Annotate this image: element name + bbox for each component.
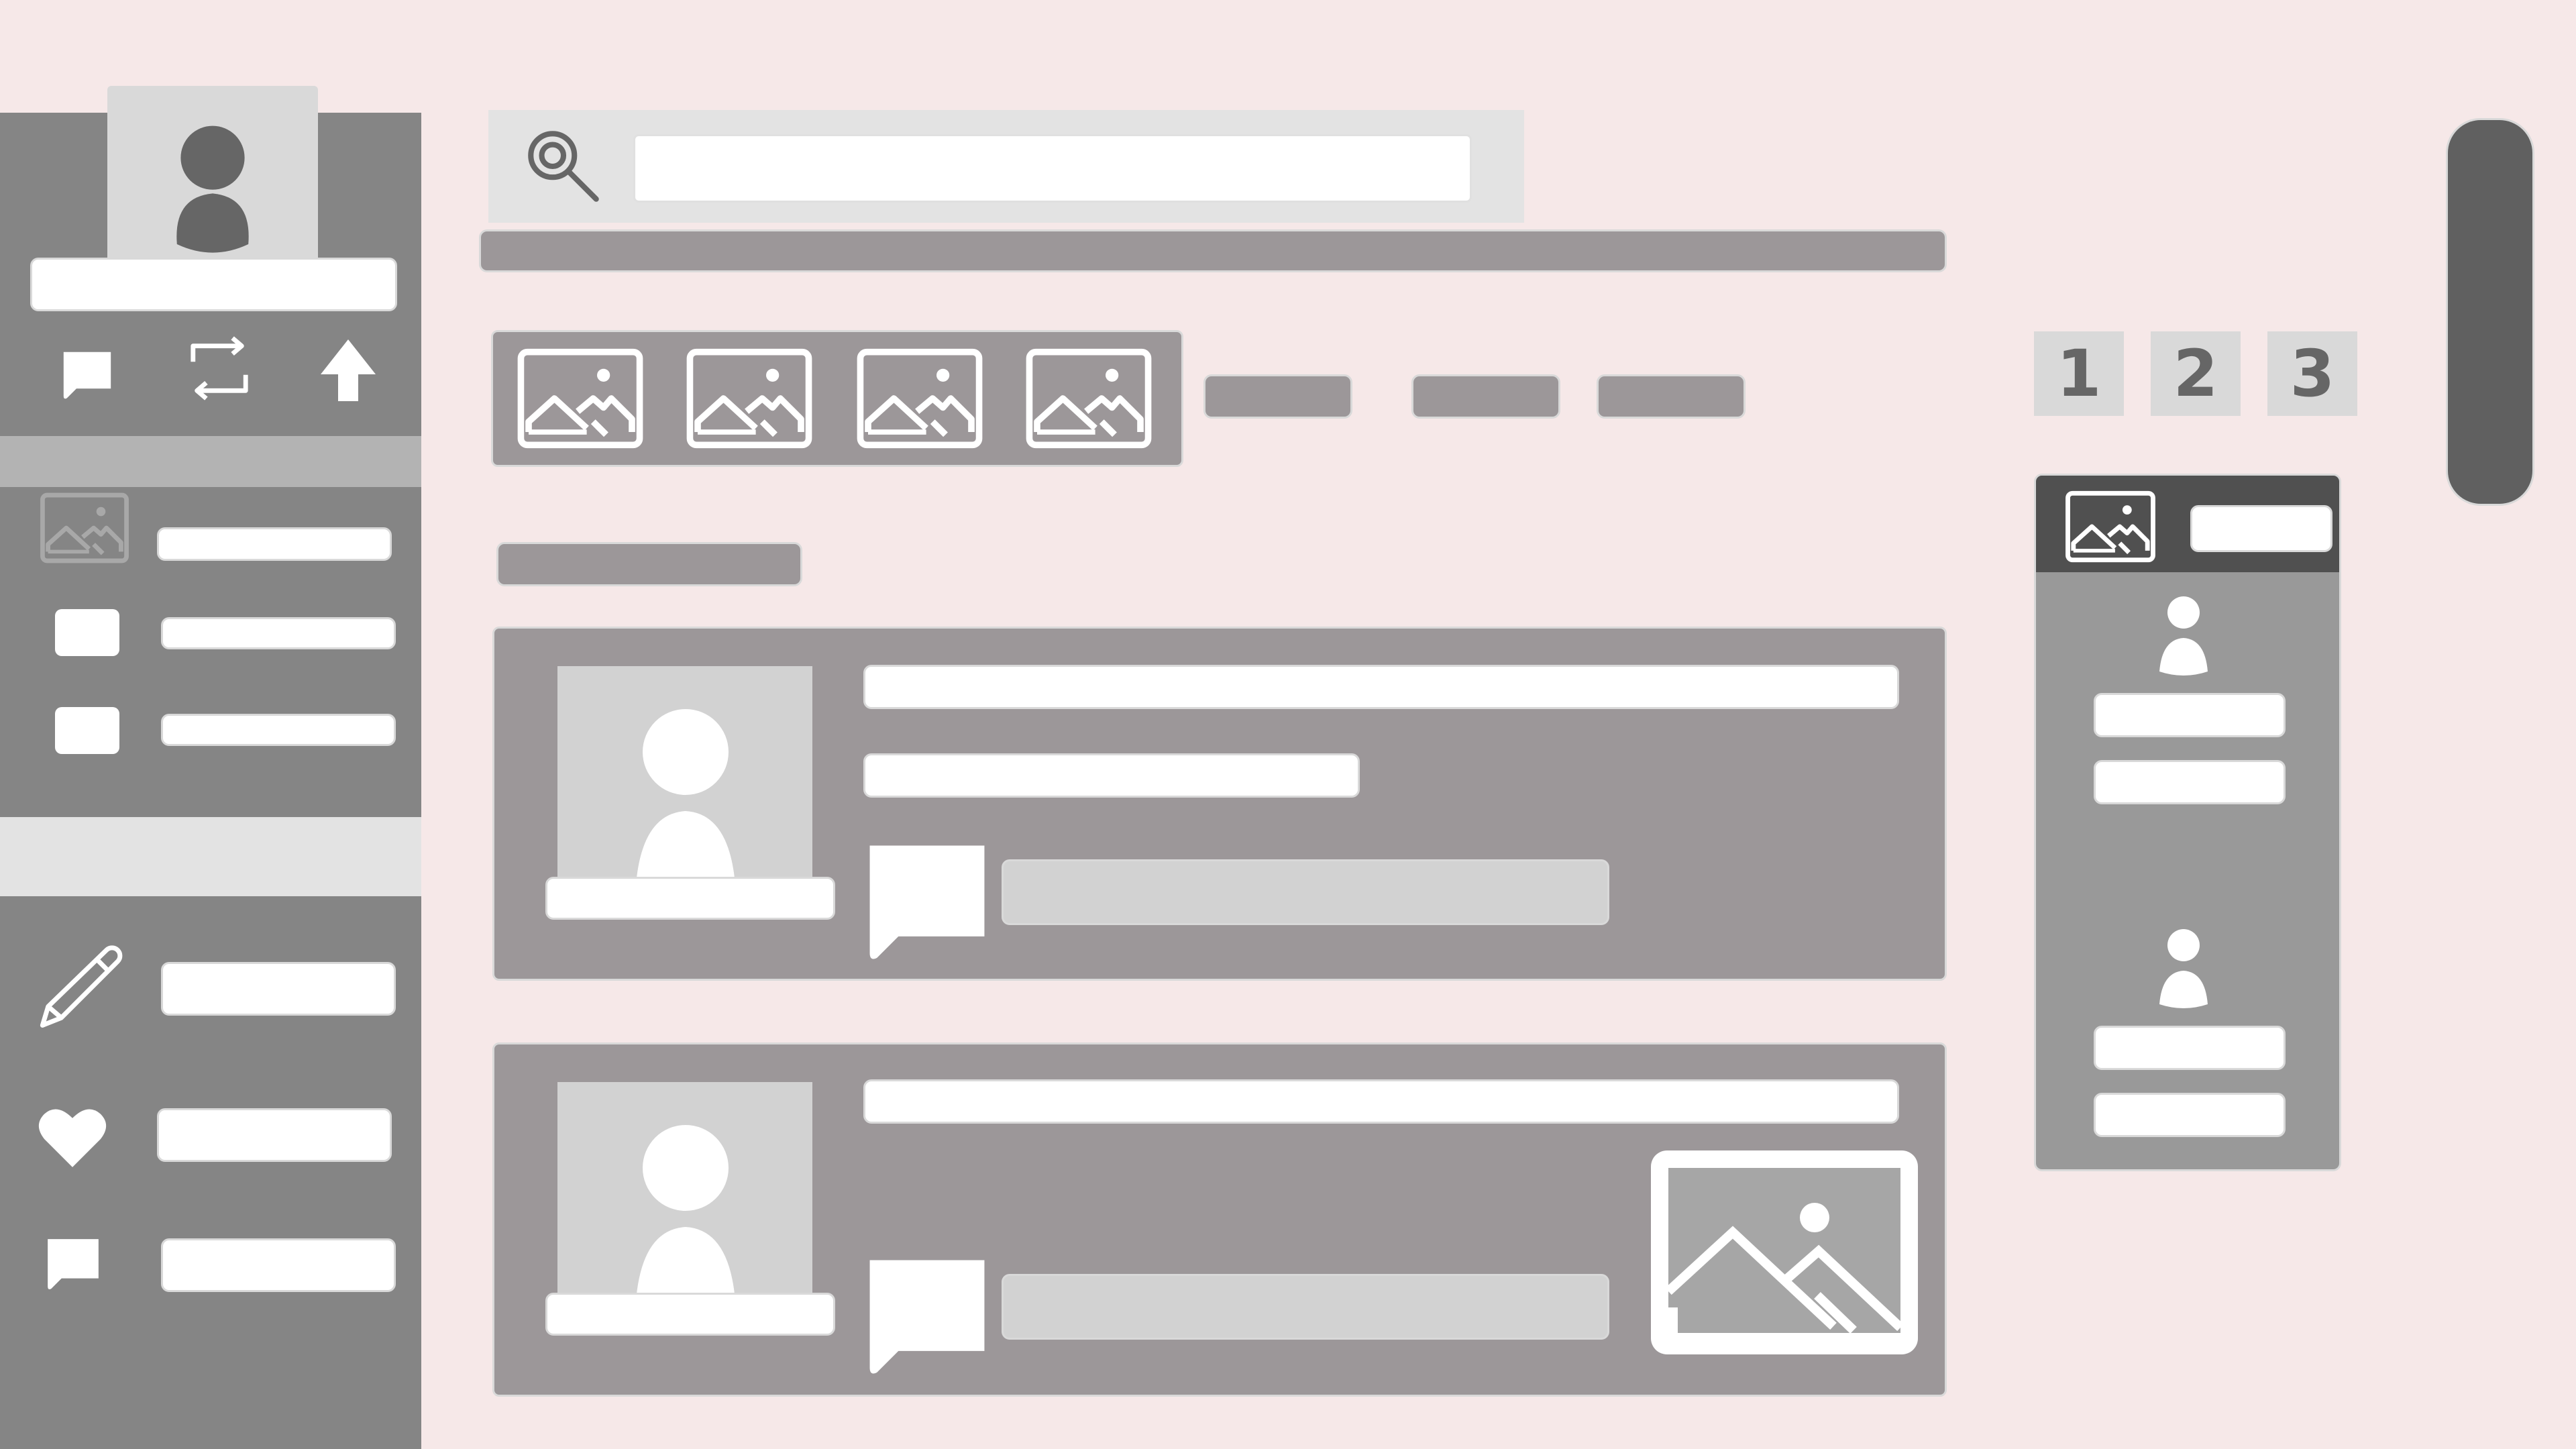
search-bar — [488, 110, 1524, 223]
gallery-tab[interactable] — [1203, 374, 1352, 419]
image-icon[interactable] — [854, 347, 985, 450]
menu-item-like[interactable] — [0, 1087, 421, 1187]
menu-item-label — [161, 1238, 396, 1292]
sidebar-item-square-1[interactable] — [0, 594, 421, 688]
user-detail-field — [2094, 1093, 2286, 1137]
square-icon — [55, 707, 119, 754]
sidebar-divider — [0, 817, 421, 896]
section-heading — [496, 542, 802, 586]
search-icon[interactable] — [523, 127, 604, 205]
pencil-icon — [37, 945, 131, 1038]
post-image[interactable] — [1651, 1150, 1918, 1354]
post-title-line — [863, 1079, 1899, 1124]
post-author-field — [545, 1293, 835, 1336]
post-card — [492, 1042, 1947, 1397]
sidebar-item-square-2[interactable] — [0, 691, 421, 785]
sidebar-section-header — [0, 436, 421, 487]
menu-item-label — [161, 962, 396, 1016]
side-panel-user[interactable] — [2036, 596, 2339, 818]
menu-item-comments[interactable] — [0, 1221, 421, 1322]
side-panel — [2034, 474, 2341, 1171]
side-panel-header — [2036, 476, 2339, 572]
user-icon — [635, 1122, 736, 1302]
image-icon[interactable] — [684, 347, 815, 450]
user-icon — [2157, 596, 2210, 677]
user-detail-field — [2094, 760, 2286, 804]
repost-icon[interactable] — [186, 335, 252, 401]
post-title-line — [863, 665, 1899, 709]
avatar[interactable] — [557, 1082, 812, 1302]
post-subtitle-line — [863, 753, 1360, 798]
heart-icon — [37, 1106, 108, 1169]
upload-arrow-icon[interactable] — [319, 338, 377, 402]
page-2-button[interactable]: 2 — [2151, 331, 2241, 416]
image-icon[interactable] — [2064, 489, 2157, 564]
comment-icon — [43, 1236, 103, 1293]
user-name-field — [2094, 693, 2286, 737]
sidebar-item-image[interactable] — [0, 487, 421, 594]
side-panel-user[interactable] — [2036, 929, 2339, 1150]
image-icon — [1668, 1168, 1900, 1337]
sidebar-item-label — [161, 714, 396, 746]
comment-icon[interactable] — [865, 843, 989, 963]
menu-item-edit[interactable] — [0, 939, 421, 1040]
gallery-tab[interactable] — [1411, 374, 1560, 419]
image-icon — [39, 490, 130, 566]
gallery-strip — [491, 330, 1183, 467]
profile-name-field — [30, 258, 397, 311]
sidebar-item-label — [157, 527, 392, 561]
image-icon[interactable] — [1023, 347, 1155, 450]
profile-card[interactable] — [107, 86, 318, 262]
search-input[interactable] — [633, 134, 1472, 203]
comment-input[interactable] — [1002, 1274, 1609, 1340]
page-1-button[interactable]: 1 — [2034, 331, 2124, 416]
page-3-button[interactable]: 3 — [2267, 331, 2357, 416]
search-filter-bar — [479, 229, 1947, 272]
user-icon — [2157, 929, 2210, 1010]
user-name-field — [2094, 1026, 2286, 1070]
gallery-tab[interactable] — [1597, 374, 1746, 419]
scrollbar-thumb[interactable] — [2446, 118, 2534, 506]
user-icon — [176, 125, 249, 253]
post-card — [492, 627, 1947, 981]
avatar[interactable] — [557, 666, 812, 886]
comment-input[interactable] — [1002, 859, 1609, 925]
menu-item-label — [157, 1108, 392, 1162]
user-icon — [635, 706, 736, 886]
sidebar-item-label — [161, 617, 396, 649]
post-author-field — [545, 877, 835, 920]
comment-icon[interactable] — [865, 1258, 989, 1377]
comment-icon[interactable] — [57, 349, 117, 402]
image-icon[interactable] — [515, 347, 646, 450]
side-panel-header-label — [2190, 505, 2332, 552]
square-icon — [55, 609, 119, 656]
